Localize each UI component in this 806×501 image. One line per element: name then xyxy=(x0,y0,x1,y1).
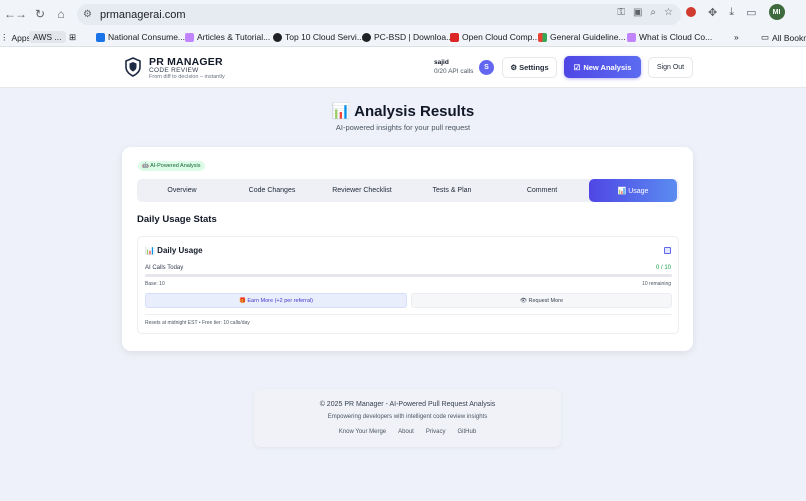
sign-out-button[interactable]: Sign Out xyxy=(648,57,693,78)
favicon-icon xyxy=(96,32,105,42)
tab-search-icon[interactable]: ▭ xyxy=(746,6,756,19)
install-app-icon[interactable]: ▣ xyxy=(633,7,642,18)
extensions-puzzle-icon[interactable]: ✥ xyxy=(708,6,717,19)
tab-code-changes[interactable]: Code Changes xyxy=(227,179,317,202)
brand-tagline: From diff to decision – instantly xyxy=(149,74,225,80)
tab-comment[interactable]: Comment xyxy=(497,179,587,202)
favicon-icon xyxy=(185,32,194,42)
bookmark-what-is-cloud[interactable]: What is Cloud Co... xyxy=(627,32,712,42)
address-bar[interactable]: ⚙ prmanagerai.com ⚿ ▣ ⌕ ☆ xyxy=(77,4,681,25)
bookmark-apps[interactable]: ⋮ Apps xyxy=(0,32,31,43)
footer-link-privacy[interactable]: Privacy xyxy=(426,429,446,435)
favicon-icon xyxy=(627,32,636,42)
footer-link-about[interactable]: About xyxy=(398,429,414,435)
bookmarks-bar: ⋮ Apps AWS ... ⊞ National Consume... Art… xyxy=(0,29,806,47)
footer-link-github[interactable]: GitHub xyxy=(458,429,477,435)
apps-grid-icon: ⋮ xyxy=(0,32,9,42)
more-bookmarks-chevron-icon[interactable]: » xyxy=(734,32,739,42)
user-name: sajid xyxy=(434,59,449,66)
profile-avatar[interactable]: MI xyxy=(768,4,785,20)
bookmark-top-cloud[interactable]: Top 10 Cloud Servi... xyxy=(273,32,364,42)
zoom-icon[interactable]: ⌕ xyxy=(650,7,656,18)
footer-links: Know Your Merge About Privacy GitHub xyxy=(254,429,561,435)
analysis-card: 🤖 AI-Powered Analysis Overview Code Chan… xyxy=(122,147,693,351)
favicon-icon xyxy=(450,32,459,42)
earn-more-button[interactable]: 🎁 Earn More (+2 per referral) xyxy=(145,293,407,308)
bookmark-national-consumer[interactable]: National Consume... xyxy=(96,32,185,42)
browser-toolbar: ← → ↻ ⌂ ⚙ prmanagerai.com ⚿ ▣ ⌕ ☆ ✥ ⤓ ▭ … xyxy=(0,0,806,29)
favicon-icon xyxy=(538,32,547,42)
favicon-icon xyxy=(362,32,371,42)
download-icon[interactable]: ⤓ xyxy=(729,6,734,19)
bookmark-open-cloud[interactable]: Open Cloud Comp... xyxy=(450,32,539,42)
daily-usage-panel: 📊 Daily Usage AI Calls Today 0 / 10 Base… xyxy=(137,236,679,334)
folder-icon: ▭ xyxy=(761,32,770,42)
tab-reviewer-checklist[interactable]: Reviewer Checklist xyxy=(317,179,407,202)
password-key-icon[interactable]: ⚿ xyxy=(617,7,625,18)
tab-usage[interactable]: 📊 Usage xyxy=(589,179,677,202)
section-title: Daily Usage Stats xyxy=(137,214,217,225)
tab-tests-plan[interactable]: Tests & Plan xyxy=(407,179,497,202)
url-text: prmanagerai.com xyxy=(99,8,186,21)
gear-icon: ⚙ xyxy=(510,63,518,72)
app-header: PR MANAGER CODE REVIEW From diff to deci… xyxy=(0,47,806,88)
site-info-icon[interactable]: ⚙ xyxy=(83,9,92,20)
footer-tagline: Empowering developers with intelligent c… xyxy=(327,414,488,420)
brand-subtitle: CODE REVIEW xyxy=(149,67,199,74)
bookmark-star-icon[interactable]: ☆ xyxy=(664,7,673,18)
bookmark-all-bookmarks[interactable]: ▭ All Bookm xyxy=(761,32,806,43)
new-analysis-button[interactable]: ☑ New Analysis xyxy=(564,56,641,78)
bookmark-pc-bsd[interactable]: PC-BSD | Downloa... xyxy=(362,32,453,42)
bookmark-grid-icon[interactable]: ⊞ xyxy=(69,32,76,43)
bookmark-general-guidelines[interactable]: General Guideline... xyxy=(538,32,626,42)
tab-overview[interactable]: Overview xyxy=(137,179,227,202)
footer: © 2025 PR Manager - AI-Powered Pull Requ… xyxy=(254,389,561,447)
forward-icon[interactable]: → xyxy=(11,4,31,24)
ai-powered-badge: 🤖 AI-Powered Analysis xyxy=(138,161,205,171)
divider xyxy=(145,314,672,315)
usage-progress-bar xyxy=(145,274,672,277)
analysis-tabs: Overview Code Changes Reviewer Checklist… xyxy=(137,179,679,202)
ai-calls-count: 0 / 10 xyxy=(655,265,671,271)
page-title: 📊 Analysis Results xyxy=(331,103,475,120)
shield-logo-icon xyxy=(125,57,141,77)
bookmark-aws[interactable]: AWS ... xyxy=(29,31,66,43)
page-subtitle: AI-powered insights for your pull reques… xyxy=(335,123,471,132)
user-avatar[interactable]: S xyxy=(479,60,494,75)
api-calls-count: 0/20 API calls xyxy=(434,68,474,75)
usage-title: 📊 Daily Usage xyxy=(145,246,203,255)
home-icon[interactable]: ⌂ xyxy=(51,4,71,24)
favicon-icon xyxy=(273,32,282,42)
ai-calls-label: AI Calls Today xyxy=(145,265,184,271)
extension-icon[interactable] xyxy=(686,7,696,17)
remaining-label: 10 remaining xyxy=(642,281,671,287)
chart-icon xyxy=(664,247,671,254)
reload-icon[interactable]: ↻ xyxy=(30,4,50,24)
reset-note: Resets at midnight EST • Free tier: 10 c… xyxy=(145,320,250,326)
footer-copyright: © 2025 PR Manager - AI-Powered Pull Requ… xyxy=(319,401,496,408)
base-limit-label: Base: 10 xyxy=(145,281,165,287)
request-more-button[interactable]: 👁 Request More xyxy=(411,293,672,308)
settings-button[interactable]: ⚙ Settings xyxy=(502,57,557,78)
footer-link-know-your-merge[interactable]: Know Your Merge xyxy=(339,429,386,435)
bookmark-articles[interactable]: Articles & Tutorial... xyxy=(185,32,270,42)
document-icon: ☑ xyxy=(573,62,581,72)
